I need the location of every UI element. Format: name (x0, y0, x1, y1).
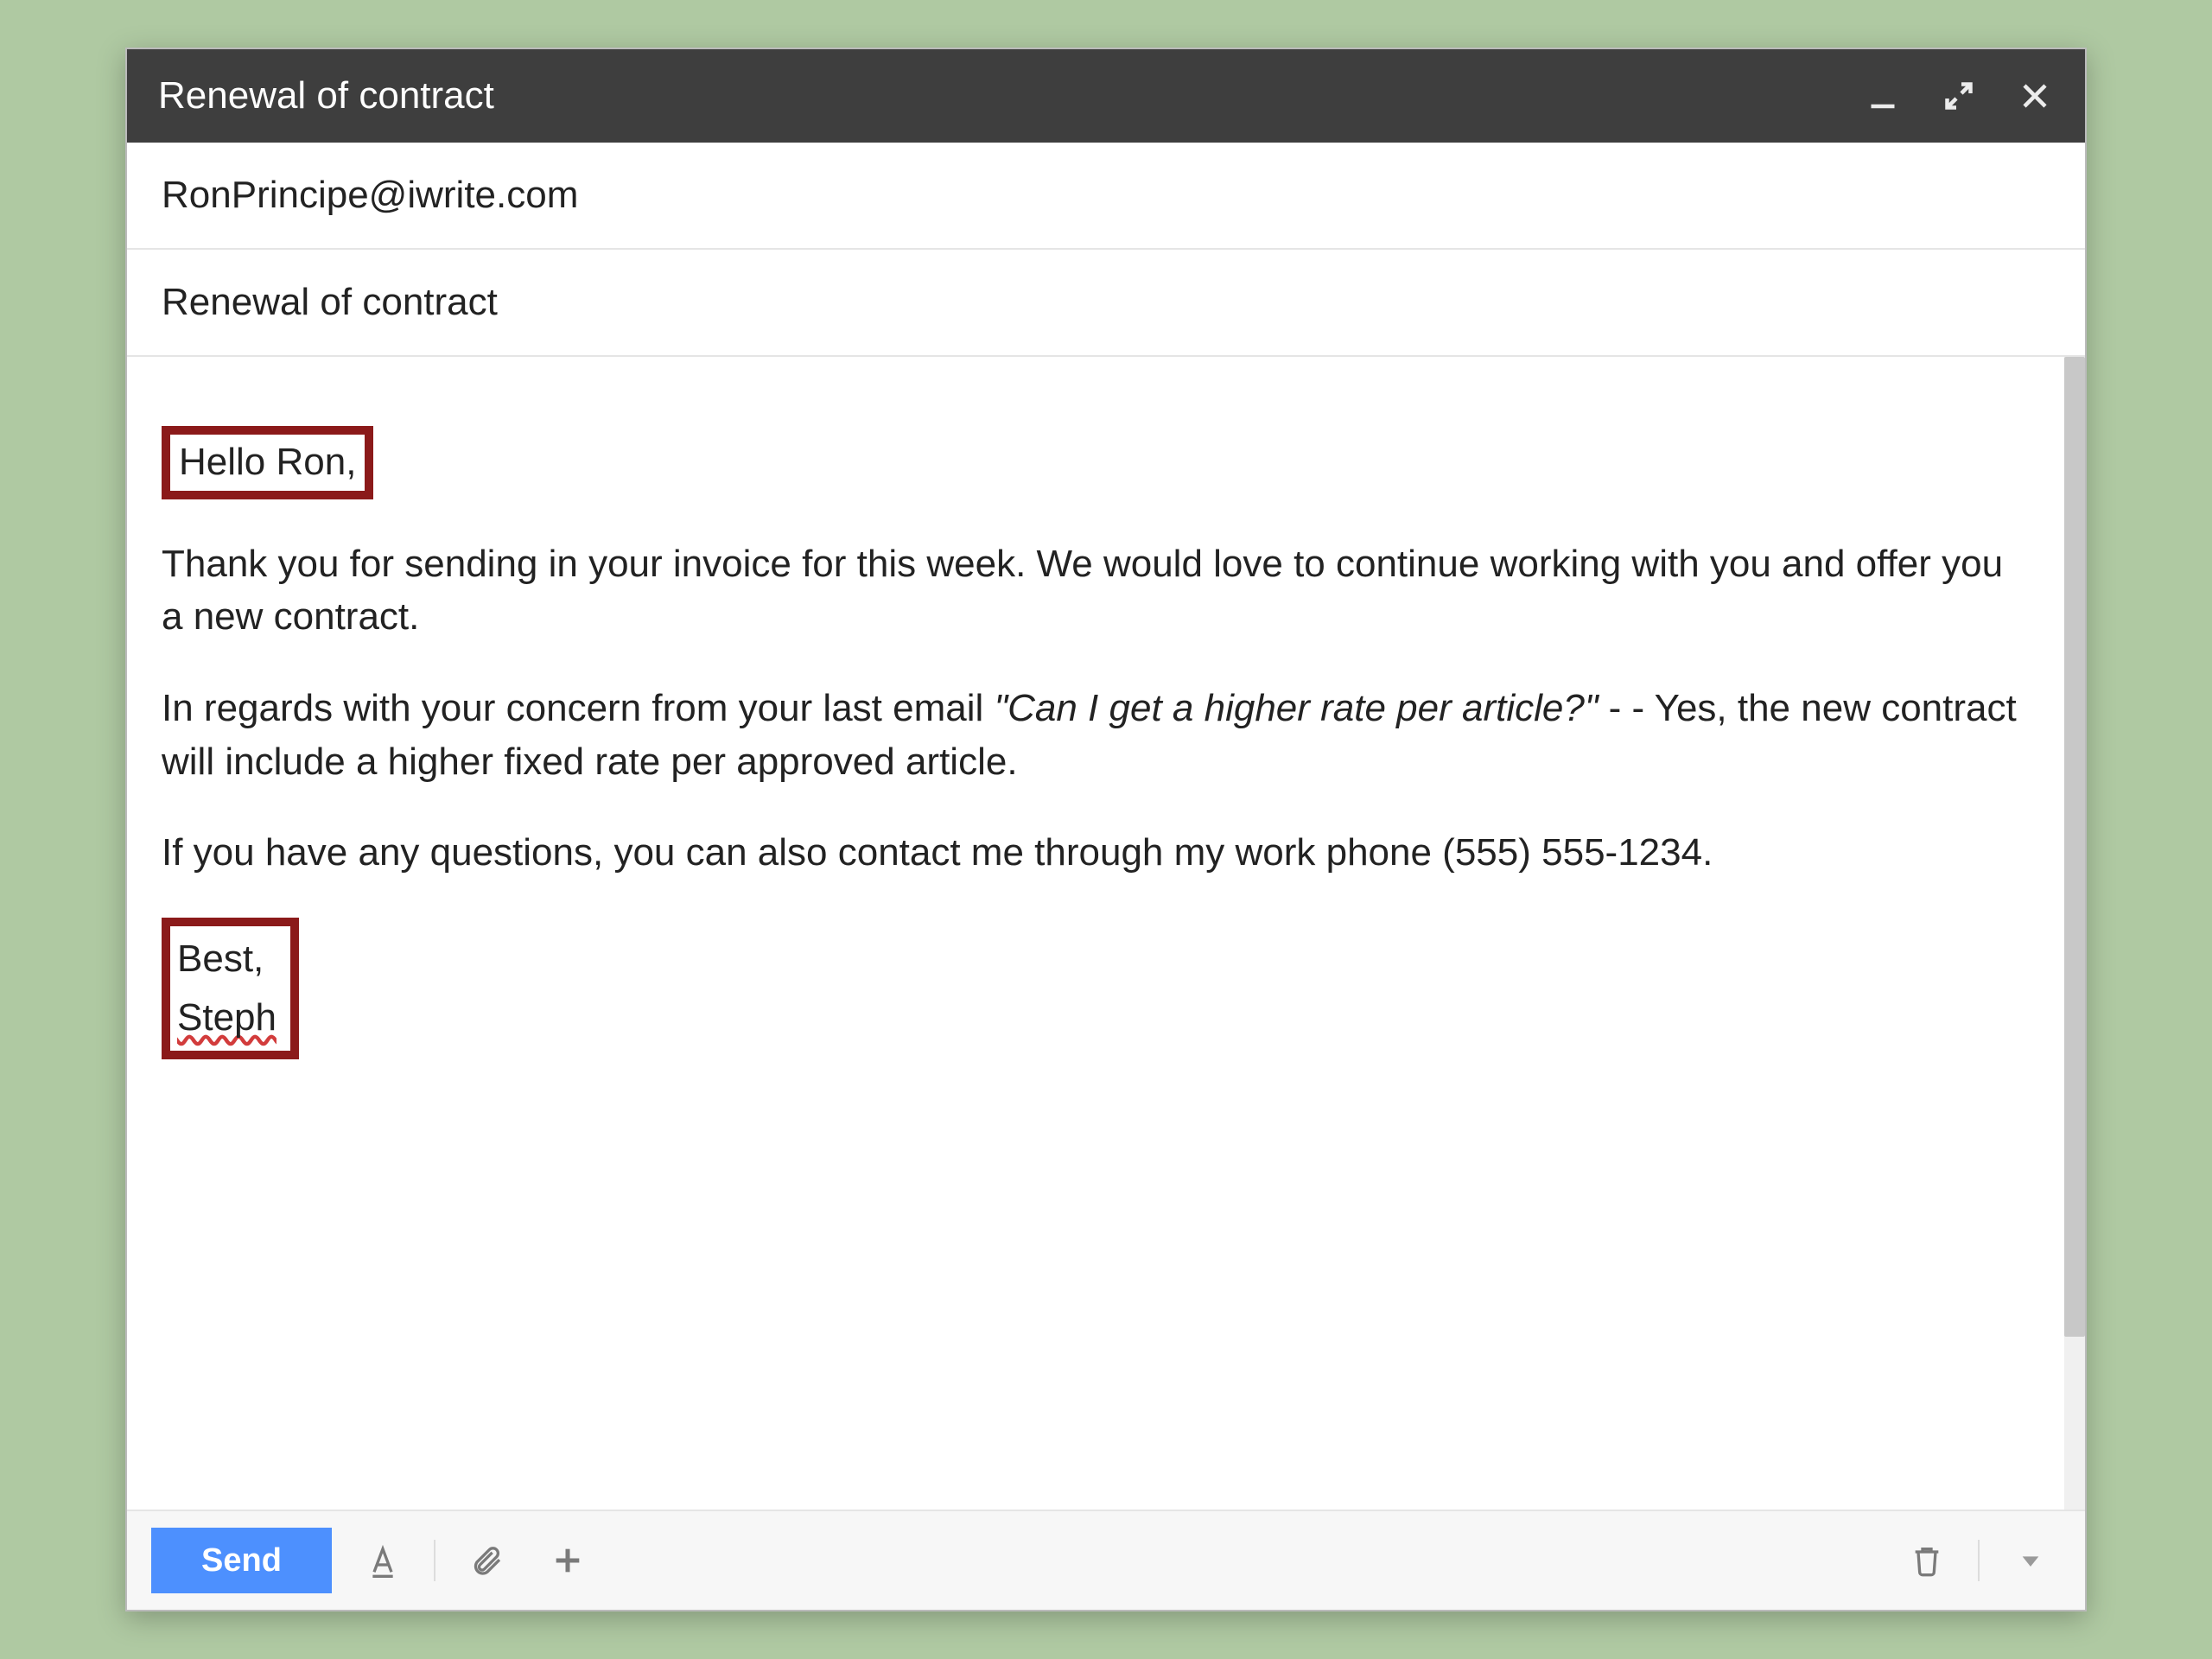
trash-icon[interactable] (1897, 1530, 1957, 1591)
toolbar-divider-2 (1978, 1540, 1980, 1581)
subject-field[interactable]: Renewal of contract (127, 250, 2085, 357)
more-options-icon[interactable] (2000, 1530, 2061, 1591)
send-button[interactable]: Send (151, 1528, 332, 1593)
body-container: Hello Ron, Thank you for sending in your… (127, 357, 2085, 1510)
signoff-text: Best, (177, 938, 264, 980)
toolbar-divider (434, 1540, 435, 1581)
expand-icon[interactable] (1940, 77, 1978, 115)
insert-icon[interactable] (537, 1530, 598, 1591)
format-icon[interactable] (353, 1530, 413, 1591)
greeting-text: Hello Ron, (179, 441, 356, 483)
greeting-highlight: Hello Ron, (162, 426, 373, 499)
titlebar: Renewal of contract (127, 49, 2085, 143)
email-body[interactable]: Hello Ron, Thank you for sending in your… (127, 357, 2064, 1510)
compose-toolbar: Send (127, 1510, 2085, 1610)
scrollbar[interactable] (2064, 357, 2085, 1510)
paragraph-2: In regards with your concern from your l… (162, 682, 2030, 788)
paragraph-2a: In regards with your concern from your l… (162, 687, 995, 729)
paragraph-3: If you have any questions, you can also … (162, 826, 2030, 880)
minimize-icon[interactable] (1864, 77, 1902, 115)
to-field[interactable]: RonPrincipe@iwrite.com (127, 143, 2085, 250)
paragraph-2-quote: "Can I get a higher rate per article?" (995, 687, 1599, 729)
compose-window: Renewal of contract RonPrincipe@iwrite.c… (125, 48, 2087, 1611)
window-controls (1864, 77, 2054, 115)
signature-name: Steph (177, 996, 276, 1039)
signature-highlight: Best, Steph (162, 918, 299, 1059)
paragraph-1: Thank you for sending in your invoice fo… (162, 537, 2030, 644)
close-icon[interactable] (2016, 77, 2054, 115)
window-title: Renewal of contract (158, 74, 1864, 118)
attach-icon[interactable] (456, 1530, 517, 1591)
scrollbar-thumb[interactable] (2064, 357, 2085, 1337)
